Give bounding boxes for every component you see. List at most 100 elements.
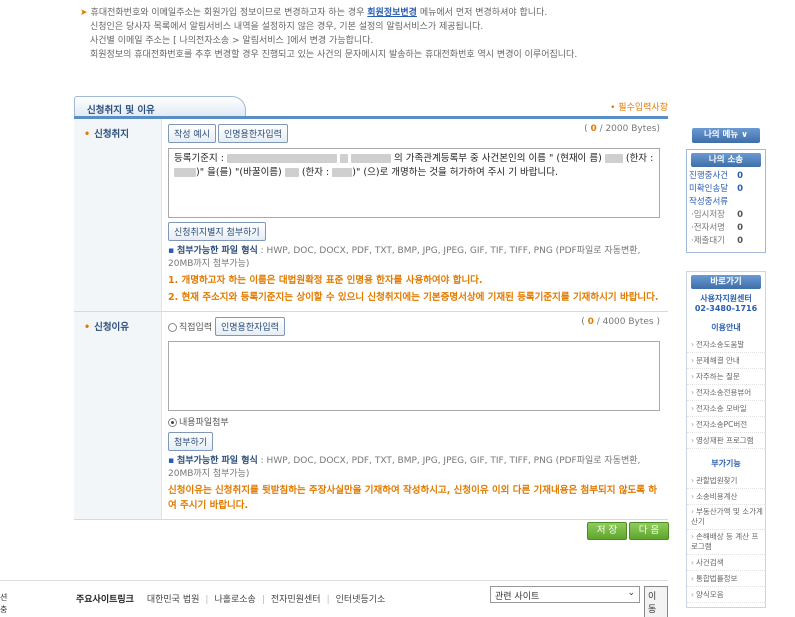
submit-waiting[interactable]: ·제출대기 0 [687,235,765,252]
notice-text: 메뉴에서 먼저 변경하셔야 합니다. [419,8,548,18]
guide-item[interactable]: › 전자소송전용뷰어 [687,385,765,401]
divider: | [205,595,209,605]
bullet-icon: › [691,436,694,445]
purpose-toolbar: 작성 예시 인명용한자입력 ( 0 / 2000 Bytes) [168,124,660,143]
footer-link-court[interactable]: 대한민국 법원 [147,595,200,605]
stat-label: 작성중서류 [689,197,729,207]
bullet-icon: ▪ [168,246,175,256]
bullet-icon: › [691,590,694,599]
divider: | [326,595,330,605]
reason-cell: 직접입력 인명용한자입력 ( 0 / 4000 Bytes ) 내용파일첨부 첨… [162,312,668,519]
extra-title: 부가기능 [711,459,741,468]
purpose-label: • 신청취지 [74,119,162,311]
notice-line-1: ➤ 휴대전화번호와 이메일주소는 회원가입 정보이므로 변경하고자 하는 경우 회… [80,6,680,20]
temp-saved[interactable]: ·임시저장 0 [687,209,765,222]
purpose-file-info: ▪ 첨부가능한 파일 형식 : HWP, DOC, DOCX, PDF, TXT… [168,245,660,271]
unconfirmed-delivery[interactable]: 미확인송달 0 [687,183,765,196]
bytes-rest: / 2000 Bytes) [596,124,660,134]
extra-item[interactable]: › 부동산가액 및 소가계산기 [687,505,765,530]
footer-link-registry[interactable]: 인터넷등기소 [336,595,386,605]
extra-item[interactable]: › 소송비용계산 [687,489,765,505]
purpose-warning-2: 2. 현재 주소지와 등록기준지는 상이할 수 있으니 신청취지에는 기본증명서… [168,292,659,303]
my-menu-button[interactable]: 나의 메뉴 ∨ [692,128,760,143]
extra-label: 사건검색 [696,558,724,567]
my-lawsuit-title: 나의 소송 [691,153,761,167]
bullet-icon: › [691,574,694,583]
e-signed[interactable]: ·전자서명 0 [687,222,765,235]
purpose-text: (한자 : [625,153,654,164]
hanja-input-button[interactable]: 인명용한자입력 [217,124,288,143]
purpose-text: 의 가족관계등록부 중 사건본인의 이름 " (현재이 [394,153,587,164]
my-lawsuit-box: 나의 소송 진행중사건 0 미확인송달 0 작성중서류 ·임시저장 0 ·전자서명 0 … [686,149,766,253]
bullet-icon: › [691,558,694,567]
extra-label: 부동산가액 및 소가계산기 [691,507,763,526]
file-info-label: 첨부가능한 파일 형식 [176,456,258,466]
guide-item[interactable]: › 문제해결 안내 [687,353,765,369]
purpose-text: )" (으)로 개명하는 것을 허가하여 주시 [352,167,506,178]
reason-warning: 신청이유는 신청취지를 뒷받침하는 주장사실만을 기재하여 작성하시고, 신청이… [168,485,658,511]
right-sidebar: 나의 메뉴 ∨ 나의 소송 진행중사건 0 미확인송달 0 작성중서류 ·임시저장 0… [686,128,766,608]
stat-label: 미확인송달 [689,184,729,194]
drafts-title: 작성중서류 [687,196,765,209]
hanja-input-button[interactable]: 인명용한자입력 [215,317,285,336]
direct-input-radio[interactable] [168,323,177,332]
shortcut-title: 바로가기 [691,275,761,289]
notice-box: ➤ 휴대전화번호와 이메일주소는 회원가입 정보이므로 변경하고자 하는 경우 회… [80,6,680,62]
bullet-icon: › [691,404,694,413]
reason-row: • 신청이유 직접입력 인명용한자입력 ( 0 / 4000 Bytes ) 내용… [74,312,668,520]
guide-title: 이용안내 [711,323,741,332]
purpose-textarea[interactable]: 등록기준지 : 의 가족관계등록부 중 사건본인의 이름 " (현재이 름) (… [168,148,660,218]
extra-item[interactable]: › 손해배상 등 계산 프로그램 [687,530,765,555]
redacted-mask [284,168,299,177]
reason-textarea[interactable] [168,341,660,411]
guide-item[interactable]: › 전자소송PC버전 [687,417,765,433]
stat-value: 0 [737,210,743,220]
redacted-mask [332,168,353,177]
bullet-icon: ▪ [168,456,175,466]
redacted-mask [339,154,348,163]
related-site-select[interactable]: 관련 사이트 ⌄ [490,586,640,603]
bullet-icon: › [691,340,694,349]
guide-label: 자주하는 질문 [696,372,740,381]
stat-value: 0 [737,184,743,194]
next-button[interactable]: 다 음 [629,522,669,540]
bytes-rest: / 4000 Bytes ) [593,317,660,327]
purpose-byte-counter: ( 0 / 2000 Bytes) [584,124,660,134]
section-tabbar: 신청취지 및 이유 • 필수입력사항 [74,96,668,119]
extra-label: 관할법원찾기 [696,476,738,485]
support-center[interactable]: 사용자지원센터 [687,293,765,304]
reason-attach-button[interactable]: 첨부하기 [168,432,214,451]
required-dot-icon: • [84,129,91,140]
example-button[interactable]: 작성 예시 [168,124,216,143]
extra-item[interactable]: › 통합법률정보 [687,571,765,587]
shortcut-box: 바로가기 사용자지원센터 02-3480-1716 이용안내 › 전자소송도움말 … [686,271,766,608]
go-button[interactable]: 이동 [644,586,668,617]
reason-label-text: 신청이유 [94,322,130,333]
purpose-text: 름) [589,153,602,164]
footer-link-selfhelp[interactable]: 나홀로소송 [214,595,255,605]
guide-item[interactable]: › 자주하는 질문 [687,369,765,385]
extra-item[interactable]: › 사건검색 [687,555,765,571]
chevron-down-icon: ⌄ [627,588,635,598]
stat-value: 0 [737,236,743,246]
purpose-attach-button[interactable]: 신청취지별지 첨부하기 [168,222,266,241]
redacted-mask [351,154,392,163]
redacted-mask [174,168,196,177]
stat-label: ·제출대기 [691,236,725,246]
extra-item[interactable]: › 관할법원찾기 [687,473,765,489]
guide-item[interactable]: › 전자소송도움말 [687,337,765,353]
stat-label: ·전자서명 [691,223,725,233]
ongoing-cases[interactable]: 진행중사건 0 [687,170,765,183]
purpose-cell: 작성 예시 인명용한자입력 ( 0 / 2000 Bytes) 등록기준지 : 의… [162,119,668,311]
member-info-link[interactable]: 회원정보변경 [367,8,417,18]
bullet-icon: › [691,476,694,485]
bullet-icon: › [691,372,694,381]
extra-item[interactable]: › 양식모음 [687,587,765,603]
guide-item[interactable]: › 영상재판 프로그램 [687,433,765,449]
purpose-text: )" 을(를) "(바꿀이름) [196,167,282,178]
save-button[interactable]: 저 장 [587,522,627,540]
notice-line-4: 회원정보의 휴대전화번호를 추후 변경할 경우 진행되고 있는 사건의 문자메시… [90,50,578,60]
file-attach-radio[interactable] [168,418,177,427]
guide-item[interactable]: › 전자소송 모바일 [687,401,765,417]
footer-link-civil[interactable]: 전자민원센터 [271,595,321,605]
